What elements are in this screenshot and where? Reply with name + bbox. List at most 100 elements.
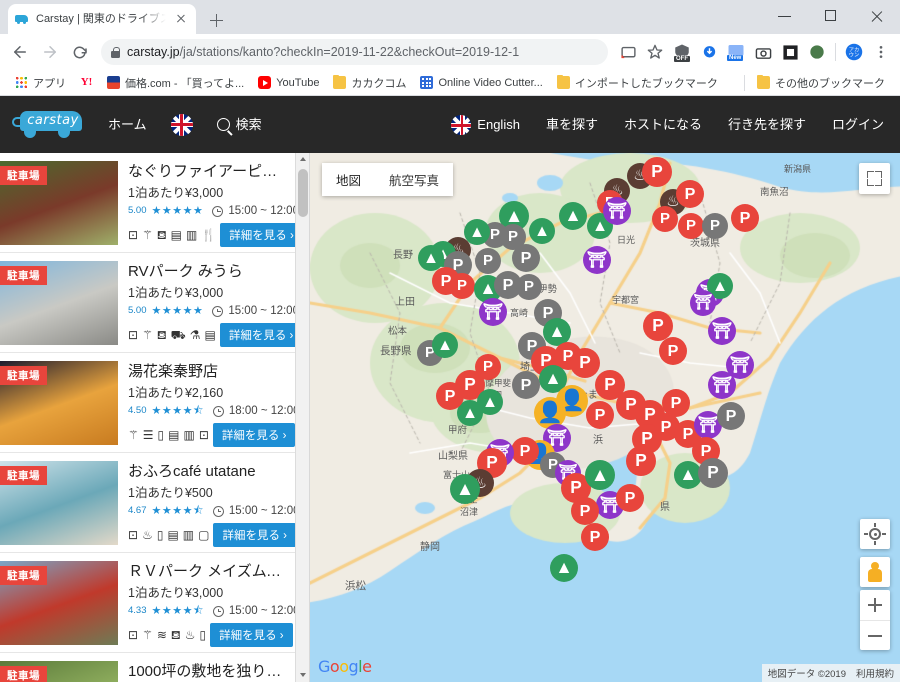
minimize-icon[interactable] (762, 0, 808, 32)
square-ext-icon[interactable] (777, 39, 803, 65)
map-marker-parking[interactable]: P (475, 248, 501, 274)
listing-card[interactable]: 駐車場おふろcafé utatane1泊あたり¥5004.67★★★★⯪15:0… (0, 453, 295, 553)
carstay-logo[interactable]: carstay (10, 107, 86, 143)
scroll-down-arrow[interactable] (296, 668, 310, 682)
map-marker-parking[interactable]: P (659, 337, 687, 365)
bookmark-youtube[interactable]: YouTube (251, 74, 326, 91)
map-marker-parking[interactable]: P (512, 371, 540, 399)
map-marker-parking[interactable]: P (436, 382, 464, 410)
other-bookmarks-button[interactable]: その他のブックマーク (750, 73, 892, 93)
map-marker-parking[interactable]: P (511, 437, 539, 465)
map-marker-campsite[interactable]: ▲ (450, 474, 480, 504)
menu-dots-icon[interactable] (868, 39, 894, 65)
nav-language-english[interactable]: English (451, 115, 520, 135)
bookmark-star-icon[interactable] (642, 39, 668, 65)
nav-login[interactable]: ログイン (832, 118, 884, 131)
forward-icon[interactable] (36, 38, 64, 66)
map-type-map[interactable]: 地図 (322, 163, 375, 196)
adblock-off-icon[interactable]: OFF (669, 39, 695, 65)
map-type-satellite[interactable]: 航空写真 (375, 163, 453, 196)
map-marker-campsite[interactable]: ▲ (432, 332, 458, 358)
map-marker-shrine[interactable]: ⛩ (690, 290, 716, 316)
fullscreen-icon[interactable] (859, 163, 890, 194)
green-dot-icon[interactable] (804, 39, 830, 65)
nav-become-host[interactable]: ホストになる (624, 118, 702, 131)
map-marker-parking[interactable]: P (676, 180, 704, 208)
map-marker-parking[interactable]: P (731, 204, 759, 232)
new-tab-ext-icon[interactable]: New (723, 39, 749, 65)
listing-hours: 15:00 ~ 12:00 (228, 304, 295, 318)
map-marker-parking[interactable]: P (581, 523, 609, 551)
bookmark-imported[interactable]: インポートしたブックマーク (550, 73, 725, 93)
nav-search[interactable]: 検索 (217, 118, 262, 131)
map-marker-parking[interactable]: P (702, 213, 728, 239)
map-marker-parking[interactable]: P (512, 244, 540, 272)
map-marker-parking[interactable]: P (570, 348, 600, 378)
map-marker-parking[interactable]: P (616, 484, 644, 512)
map-marker-parking[interactable]: P (642, 157, 672, 187)
map-marker-parking[interactable]: P (698, 458, 728, 488)
camera-icon[interactable] (750, 39, 776, 65)
scroll-up-arrow[interactable] (296, 153, 310, 167)
extension-blue-icon[interactable] (696, 39, 722, 65)
sidebar-scrollbar[interactable] (295, 153, 309, 682)
nav-home[interactable]: ホーム (108, 118, 147, 131)
zoom-in-icon[interactable] (860, 590, 890, 620)
map-marker-shrine[interactable]: ⛩ (708, 317, 736, 345)
view-details-button[interactable]: 詳細を見る › (210, 623, 293, 647)
address-bar[interactable]: carstay.jp/ja/stations/kanto?checkIn=201… (101, 39, 608, 65)
listing-card[interactable]: 駐車場湯花楽秦野店1泊あたり¥2,1604.50★★★★⯪18:00 ~ 12:… (0, 353, 295, 453)
ovc-icon (420, 76, 433, 89)
map-marker-parking[interactable]: P (516, 274, 542, 300)
other-bookmarks[interactable]: その他のブックマーク (739, 73, 892, 93)
map-marker-campsite[interactable]: ▲ (585, 460, 615, 490)
browser-tab[interactable]: Carstay | 関東のドライブスポット・車... (8, 4, 196, 34)
street-view-pegman-icon[interactable] (860, 557, 890, 587)
map-marker-parking[interactable]: P (449, 273, 475, 299)
bed-icon: ☰ (143, 429, 154, 441)
map-marker-shrine[interactable]: ⛩ (583, 246, 611, 274)
profile-avatar-icon[interactable]: アカウン (841, 39, 867, 65)
map-marker-parking[interactable]: P (571, 497, 599, 525)
my-location-icon[interactable] (860, 519, 890, 549)
bookmark-kakaku-com[interactable]: 価格.com - 「買ってよ... (100, 73, 251, 93)
close-window-icon[interactable] (854, 0, 900, 32)
map-marker-parking[interactable]: P (678, 213, 704, 239)
view-details-button[interactable]: 詳細を見る › (220, 223, 295, 247)
bookmark-yahoo[interactable]: Y! (73, 74, 100, 91)
cast-icon[interactable] (615, 39, 641, 65)
scroll-thumb[interactable] (298, 169, 308, 217)
map-marker-campsite[interactable]: ▲ (550, 554, 578, 582)
bookmark-apps[interactable]: アプリ (8, 73, 73, 93)
map-marker-parking[interactable]: P (717, 402, 745, 430)
map-marker-parking[interactable]: P (586, 401, 614, 429)
map-marker-parking[interactable]: P (652, 206, 678, 232)
map-marker-shrine[interactable]: ⛩ (726, 351, 754, 379)
view-details-button[interactable]: 詳細を見る › (220, 323, 295, 347)
map-marker-shrine[interactable]: ⛩ (603, 197, 631, 225)
view-details-button[interactable]: 詳細を見る › (213, 423, 295, 447)
listing-card[interactable]: 駐車場RVパーク みうら1泊あたり¥3,0005.00★★★★★15:00 ~ … (0, 253, 295, 353)
bookmark-online-video-cutter[interactable]: Online Video Cutter... (413, 74, 549, 91)
new-tab-button[interactable] (202, 6, 230, 34)
bookmark-kakakukomu-folder[interactable]: カカクコム (326, 73, 413, 93)
map-marker-campsite[interactable]: ▲ (559, 202, 587, 230)
terms-link[interactable]: 利用規約 (856, 666, 894, 680)
map-marker-campsite[interactable]: ▲ (529, 218, 555, 244)
reload-icon[interactable] (66, 38, 94, 66)
uk-flag-icon[interactable] (171, 114, 193, 136)
listing-card[interactable]: 駐車場ＲＶパーク メイズムラ...1泊あたり¥3,0004.33★★★★⯪15:… (0, 553, 295, 653)
map-marker-shrine[interactable]: ⛩ (479, 298, 507, 326)
maximize-icon[interactable] (808, 0, 854, 32)
nav-find-car[interactable]: 車を探す (546, 118, 598, 131)
view-details-button[interactable]: 詳細を見る › (213, 523, 295, 547)
map-panel[interactable]: 新潟県南魚沼いわき長野日光茨城県宇都宮上田前橋伊勢高崎松本長野県埼玉県たま秩父多… (310, 153, 900, 682)
zoom-out-icon[interactable] (860, 620, 890, 650)
map-marker-parking[interactable]: P (626, 446, 656, 476)
close-icon[interactable] (173, 11, 189, 27)
nav-find-destination[interactable]: 行き先を探す (728, 118, 806, 131)
back-icon[interactable] (6, 38, 34, 66)
listing-card[interactable]: 駐車場1000坪の敷地を独り占... (0, 653, 295, 682)
listing-card[interactable]: 駐車場なぐりファイアーピッ...1泊あたり¥3,0005.00★★★★★15:0… (0, 153, 295, 253)
google-logo[interactable]: Google (318, 657, 371, 676)
